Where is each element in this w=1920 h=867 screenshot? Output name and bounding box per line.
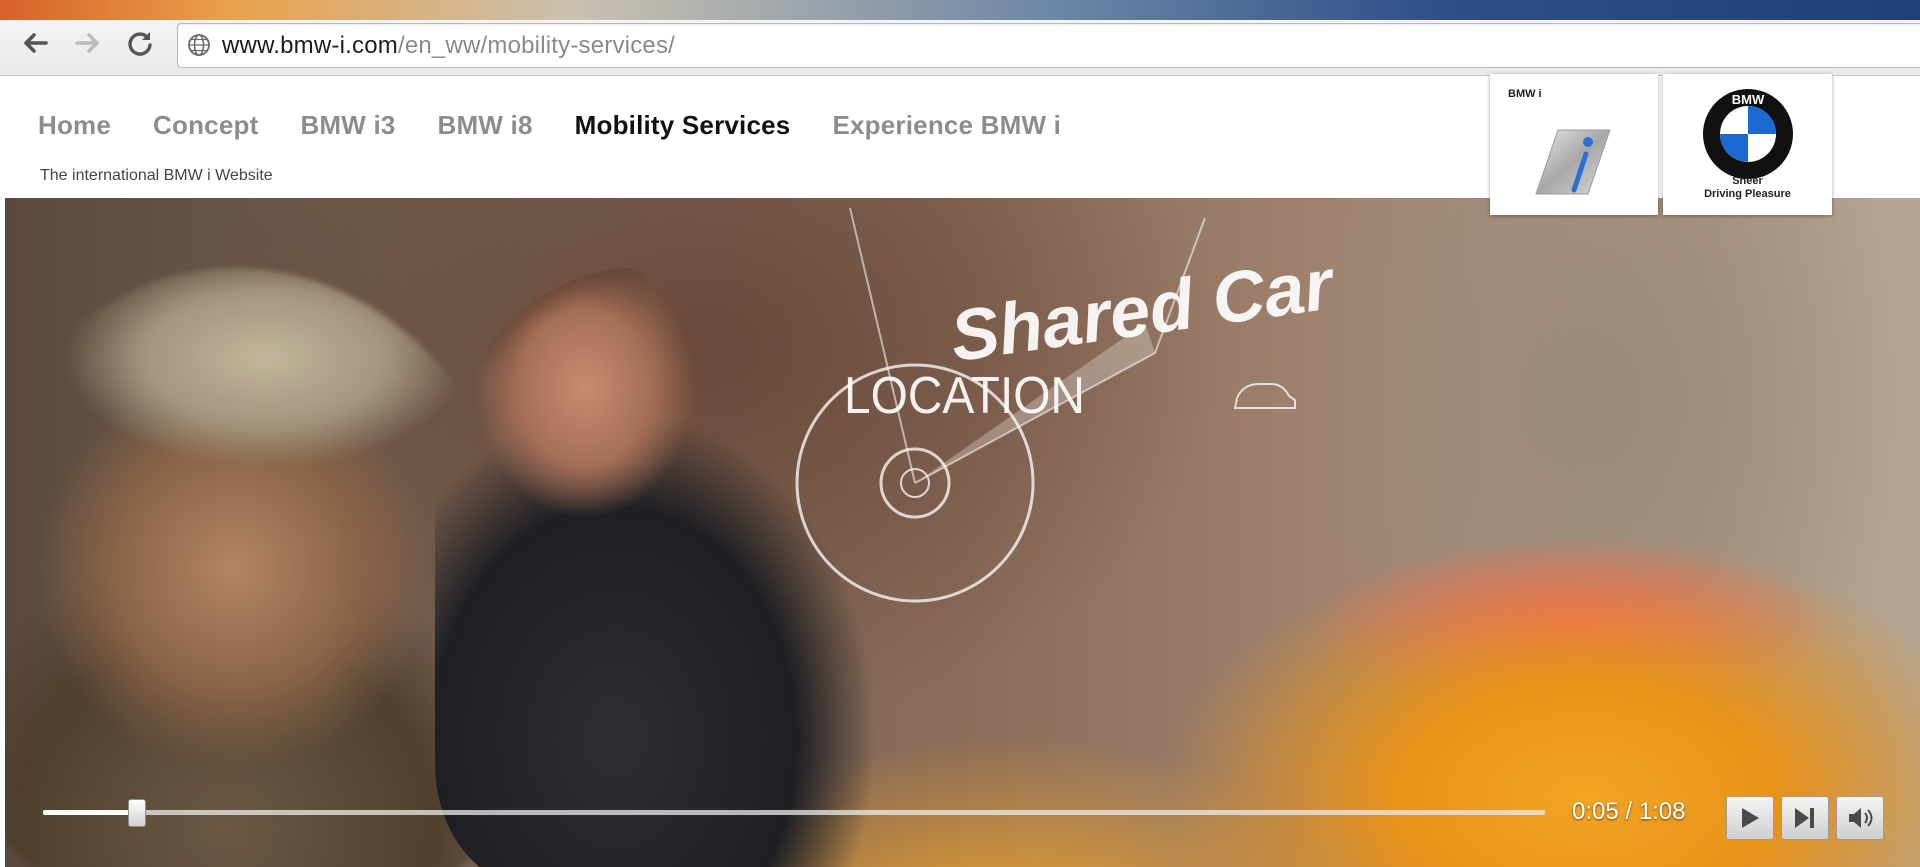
current-time: 0:05 — [1572, 798, 1619, 825]
window-title-strip — [0, 0, 1920, 20]
nav-item-bmw-i3[interactable]: BMW i3 — [300, 110, 395, 141]
video-time-display: 0:05 / 1:08 — [1572, 798, 1685, 826]
globe-icon — [188, 34, 210, 56]
url-path: /en_ww/mobility-services/ — [397, 32, 676, 59]
time-separator: / — [1618, 798, 1639, 825]
bmw-roundel-icon: BMW — [1703, 89, 1793, 179]
car-outline-icon — [1233, 383, 1296, 409]
url-text: www.bmw-i.com/en_ww/mobility-services/ — [222, 32, 675, 60]
bmw-i-logo-text: BMW i — [1508, 88, 1542, 100]
arrow-left-icon — [24, 33, 48, 53]
reload-button[interactable] — [125, 28, 155, 58]
play-icon — [1742, 808, 1759, 828]
video-progress-fill — [43, 810, 137, 815]
bmw-claim-line1: Sheer — [1732, 175, 1763, 187]
video-progress-bar[interactable] — [43, 799, 1545, 827]
bmw-i-mark-icon — [1535, 129, 1611, 195]
bmw-claim: Sheer Driving Pleasure — [1663, 175, 1832, 201]
bmw-claim-line2: Driving Pleasure — [1704, 188, 1791, 200]
play-button[interactable] — [1726, 796, 1774, 840]
overlay-title: Shared Car — [946, 244, 1341, 377]
nav-item-experience-bmw-i[interactable]: Experience BMW i — [832, 110, 1061, 141]
nav-item-mobility-services[interactable]: Mobility Services — [575, 110, 791, 141]
bmw-i-logo[interactable]: BMW i — [1490, 74, 1658, 215]
nav-item-bmw-i8[interactable]: BMW i8 — [438, 110, 533, 141]
next-button[interactable] — [1781, 796, 1829, 840]
video-player[interactable]: Shared Car LOCATION 0:05 / 1:08 — [5, 198, 1920, 867]
video-scrubber-handle[interactable] — [128, 799, 147, 827]
site-tagline: The international BMW i Website — [40, 167, 273, 184]
duration: 1:08 — [1638, 798, 1686, 825]
address-bar[interactable]: www.bmw-i.com/en_ww/mobility-services/ — [177, 23, 1920, 68]
main-nav: Home Concept BMW i3 BMW i8 Mobility Serv… — [38, 110, 1103, 141]
video-scene-businessman — [435, 268, 935, 867]
forward-button[interactable] — [73, 28, 103, 58]
url-host: www.bmw-i.com — [222, 32, 398, 59]
volume-icon — [1849, 808, 1873, 828]
next-icon — [1795, 808, 1814, 828]
bmw-logo[interactable]: BMW Sheer Driving Pleasure — [1663, 74, 1832, 215]
reload-icon — [128, 32, 152, 56]
volume-button[interactable] — [1836, 796, 1884, 840]
nav-item-home[interactable]: Home — [38, 110, 111, 141]
back-button[interactable] — [20, 28, 50, 58]
browser-toolbar: www.bmw-i.com/en_ww/mobility-services/ — [0, 0, 1920, 76]
arrow-right-icon — [75, 33, 99, 53]
nav-item-concept[interactable]: Concept — [153, 110, 258, 141]
bmw-roundel-text: BMW — [1732, 92, 1765, 107]
browser-window: www.bmw-i.com/en_ww/mobility-services/ H… — [0, 0, 1920, 867]
